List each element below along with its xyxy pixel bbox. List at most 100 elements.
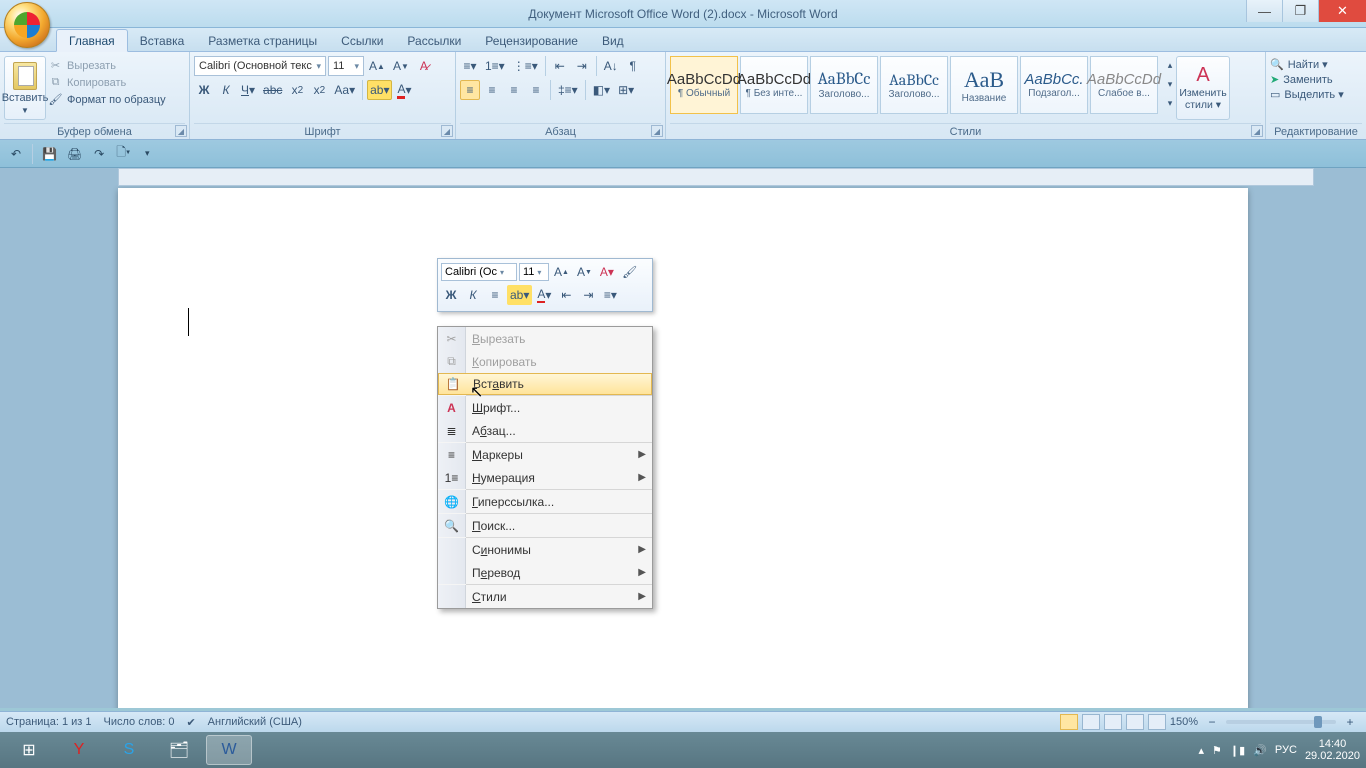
style-subtitle[interactable]: AaBbCc.Подзагол... [1020, 56, 1088, 114]
multilevel-button[interactable]: ⋮≡▾ [510, 56, 541, 76]
start-button[interactable]: ⊞ [6, 735, 52, 765]
copy-button[interactable]: ⧉Копировать [48, 75, 166, 90]
increase-indent-button[interactable]: ⇥ [572, 56, 592, 76]
bullets-button[interactable]: ≡▾ [460, 56, 480, 76]
cm-cut[interactable]: ✂Вырезать [438, 327, 652, 350]
style-heading1[interactable]: AaBbCcЗаголово... [810, 56, 878, 114]
mini-italic-button[interactable]: К [463, 285, 483, 305]
tab-review[interactable]: Рецензирование [473, 30, 590, 51]
mini-format-painter-button[interactable]: 🖌 [619, 262, 640, 282]
mini-font-combo[interactable]: Calibri (Ос▾ [441, 263, 517, 281]
cm-hyperlink[interactable]: 🌐Гиперссылка... [438, 490, 652, 513]
taskbar-word-icon[interactable]: W [206, 735, 252, 765]
zoom-slider[interactable] [1226, 720, 1336, 724]
mini-font-color-button[interactable]: A▾ [534, 285, 554, 305]
close-button[interactable]: ✕ [1318, 0, 1366, 22]
mini-shrink-font-button[interactable]: A▼ [574, 262, 595, 282]
cm-bullets[interactable]: ≡Маркеры▶ [438, 443, 652, 466]
cm-translate[interactable]: Перевод▶ [438, 561, 652, 584]
styles-gallery-scroll[interactable]: ▴ ▾ ▾ [1160, 56, 1174, 112]
font-family-combo[interactable]: Calibri (Основной текс▾ [194, 56, 326, 76]
qat-redo-button[interactable]: ↷ [89, 144, 109, 164]
style-heading2[interactable]: AaBbCcЗаголово... [880, 56, 948, 114]
zoom-thumb[interactable] [1314, 716, 1322, 728]
maximize-button[interactable]: ❐ [1282, 0, 1318, 22]
view-outline-button[interactable] [1126, 714, 1144, 730]
align-left-button[interactable]: ≡ [460, 80, 480, 100]
mini-styles-button[interactable]: A▾ [597, 262, 617, 282]
grow-font-button[interactable]: A▲ [366, 56, 388, 76]
font-dialog-launcher[interactable]: ◢ [441, 125, 453, 137]
cm-font[interactable]: AШрифт... [438, 396, 652, 419]
view-fullscreen-button[interactable] [1082, 714, 1100, 730]
show-marks-button[interactable]: ¶ [623, 56, 643, 76]
cm-styles[interactable]: Стили▶ [438, 585, 652, 608]
clear-formatting-button[interactable]: A̷ [414, 56, 434, 76]
tray-language[interactable]: РУС [1275, 744, 1297, 756]
align-right-button[interactable]: ≡ [504, 80, 524, 100]
paste-button[interactable]: Вставить ▼ [4, 56, 46, 120]
taskbar-skype-icon[interactable]: S [106, 735, 152, 765]
status-language[interactable]: Английский (США) [208, 716, 302, 728]
mini-highlight-button[interactable]: ab▾ [507, 285, 532, 305]
tab-home[interactable]: Главная [56, 29, 128, 52]
style-no-spacing[interactable]: AaBbCcDd¶ Без инте... [740, 56, 808, 114]
zoom-level[interactable]: 150% [1170, 716, 1198, 728]
highlight-button[interactable]: ab▾ [367, 80, 392, 100]
align-center-button[interactable]: ≡ [482, 80, 502, 100]
shading-button[interactable]: ◧▾ [590, 80, 613, 100]
mini-size-combo[interactable]: 11▾ [519, 263, 549, 281]
status-spellcheck-icon[interactable]: ✔ [186, 716, 195, 729]
superscript-button[interactable]: x2 [309, 80, 329, 100]
qat-customize-button[interactable]: ▾ [137, 144, 157, 164]
mini-center-button[interactable]: ≡ [485, 285, 505, 305]
change-case-button[interactable]: Aa▾ [331, 80, 358, 100]
numbering-button[interactable]: 1≡▾ [482, 56, 508, 76]
underline-button[interactable]: Ч▾ [238, 80, 258, 100]
styles-dialog-launcher[interactable]: ◢ [1251, 125, 1263, 137]
font-size-combo[interactable]: 11▾ [328, 56, 364, 76]
view-web-button[interactable] [1104, 714, 1122, 730]
minimize-button[interactable]: — [1246, 0, 1282, 22]
tab-view[interactable]: Вид [590, 30, 636, 51]
cm-numbering[interactable]: 1≡Нумерация▶ [438, 466, 652, 489]
line-spacing-button[interactable]: ‡≡▾ [555, 80, 581, 100]
justify-button[interactable]: ≡ [526, 80, 546, 100]
cm-paste[interactable]: 📋Вставить [438, 373, 652, 395]
qat-save-button[interactable]: 💾 [39, 144, 60, 164]
tray-volume-icon[interactable]: 🔊 [1253, 744, 1267, 757]
style-normal[interactable]: AaBbCcDd¶ Обычный [670, 56, 738, 114]
find-button[interactable]: 🔍Найти ▾ [1270, 58, 1344, 71]
clipboard-dialog-launcher[interactable]: ◢ [175, 125, 187, 137]
paragraph-dialog-launcher[interactable]: ◢ [651, 125, 663, 137]
taskbar-explorer-icon[interactable]: 🗂 [156, 735, 202, 765]
mini-grow-font-button[interactable]: A▲ [551, 262, 572, 282]
zoom-out-button[interactable]: − [1202, 712, 1222, 732]
style-subtle-emphasis[interactable]: AaBbCcDdСлабое в... [1090, 56, 1158, 114]
tab-page-layout[interactable]: Разметка страницы [196, 30, 329, 51]
tray-up-icon[interactable]: ▴ [1199, 744, 1205, 757]
document-area[interactable] [0, 168, 1366, 708]
mini-bullets-button[interactable]: ≡▾ [600, 285, 620, 305]
cm-synonyms[interactable]: Синонимы▶ [438, 538, 652, 561]
taskbar-yandex-icon[interactable]: Y [56, 735, 102, 765]
qat-new-button[interactable]: 🗋▾ [113, 144, 133, 164]
cm-paragraph[interactable]: ≣Абзац... [438, 419, 652, 442]
tray-action-icon[interactable]: ⚑ [1212, 744, 1222, 757]
mini-bold-button[interactable]: Ж [441, 285, 461, 305]
mini-decrease-indent-button[interactable]: ⇤ [556, 285, 576, 305]
replace-button[interactable]: ➤Заменить [1270, 73, 1344, 86]
tab-mailings[interactable]: Рассылки [395, 30, 473, 51]
borders-button[interactable]: ⊞▾ [615, 80, 637, 100]
decrease-indent-button[interactable]: ⇤ [550, 56, 570, 76]
format-painter-button[interactable]: 🖌Формат по образцу [48, 92, 166, 107]
qat-undo-button[interactable]: ↶ [6, 144, 26, 164]
select-button[interactable]: ▭Выделить ▾ [1270, 88, 1344, 101]
italic-button[interactable]: К [216, 80, 236, 100]
view-print-layout-button[interactable] [1060, 714, 1078, 730]
cm-copy[interactable]: ⧉Копировать [438, 350, 652, 373]
tray-clock[interactable]: 14:40 29.02.2020 [1305, 738, 1360, 762]
zoom-in-button[interactable]: + [1340, 712, 1360, 732]
subscript-button[interactable]: x2 [287, 80, 307, 100]
office-button[interactable] [4, 2, 50, 48]
